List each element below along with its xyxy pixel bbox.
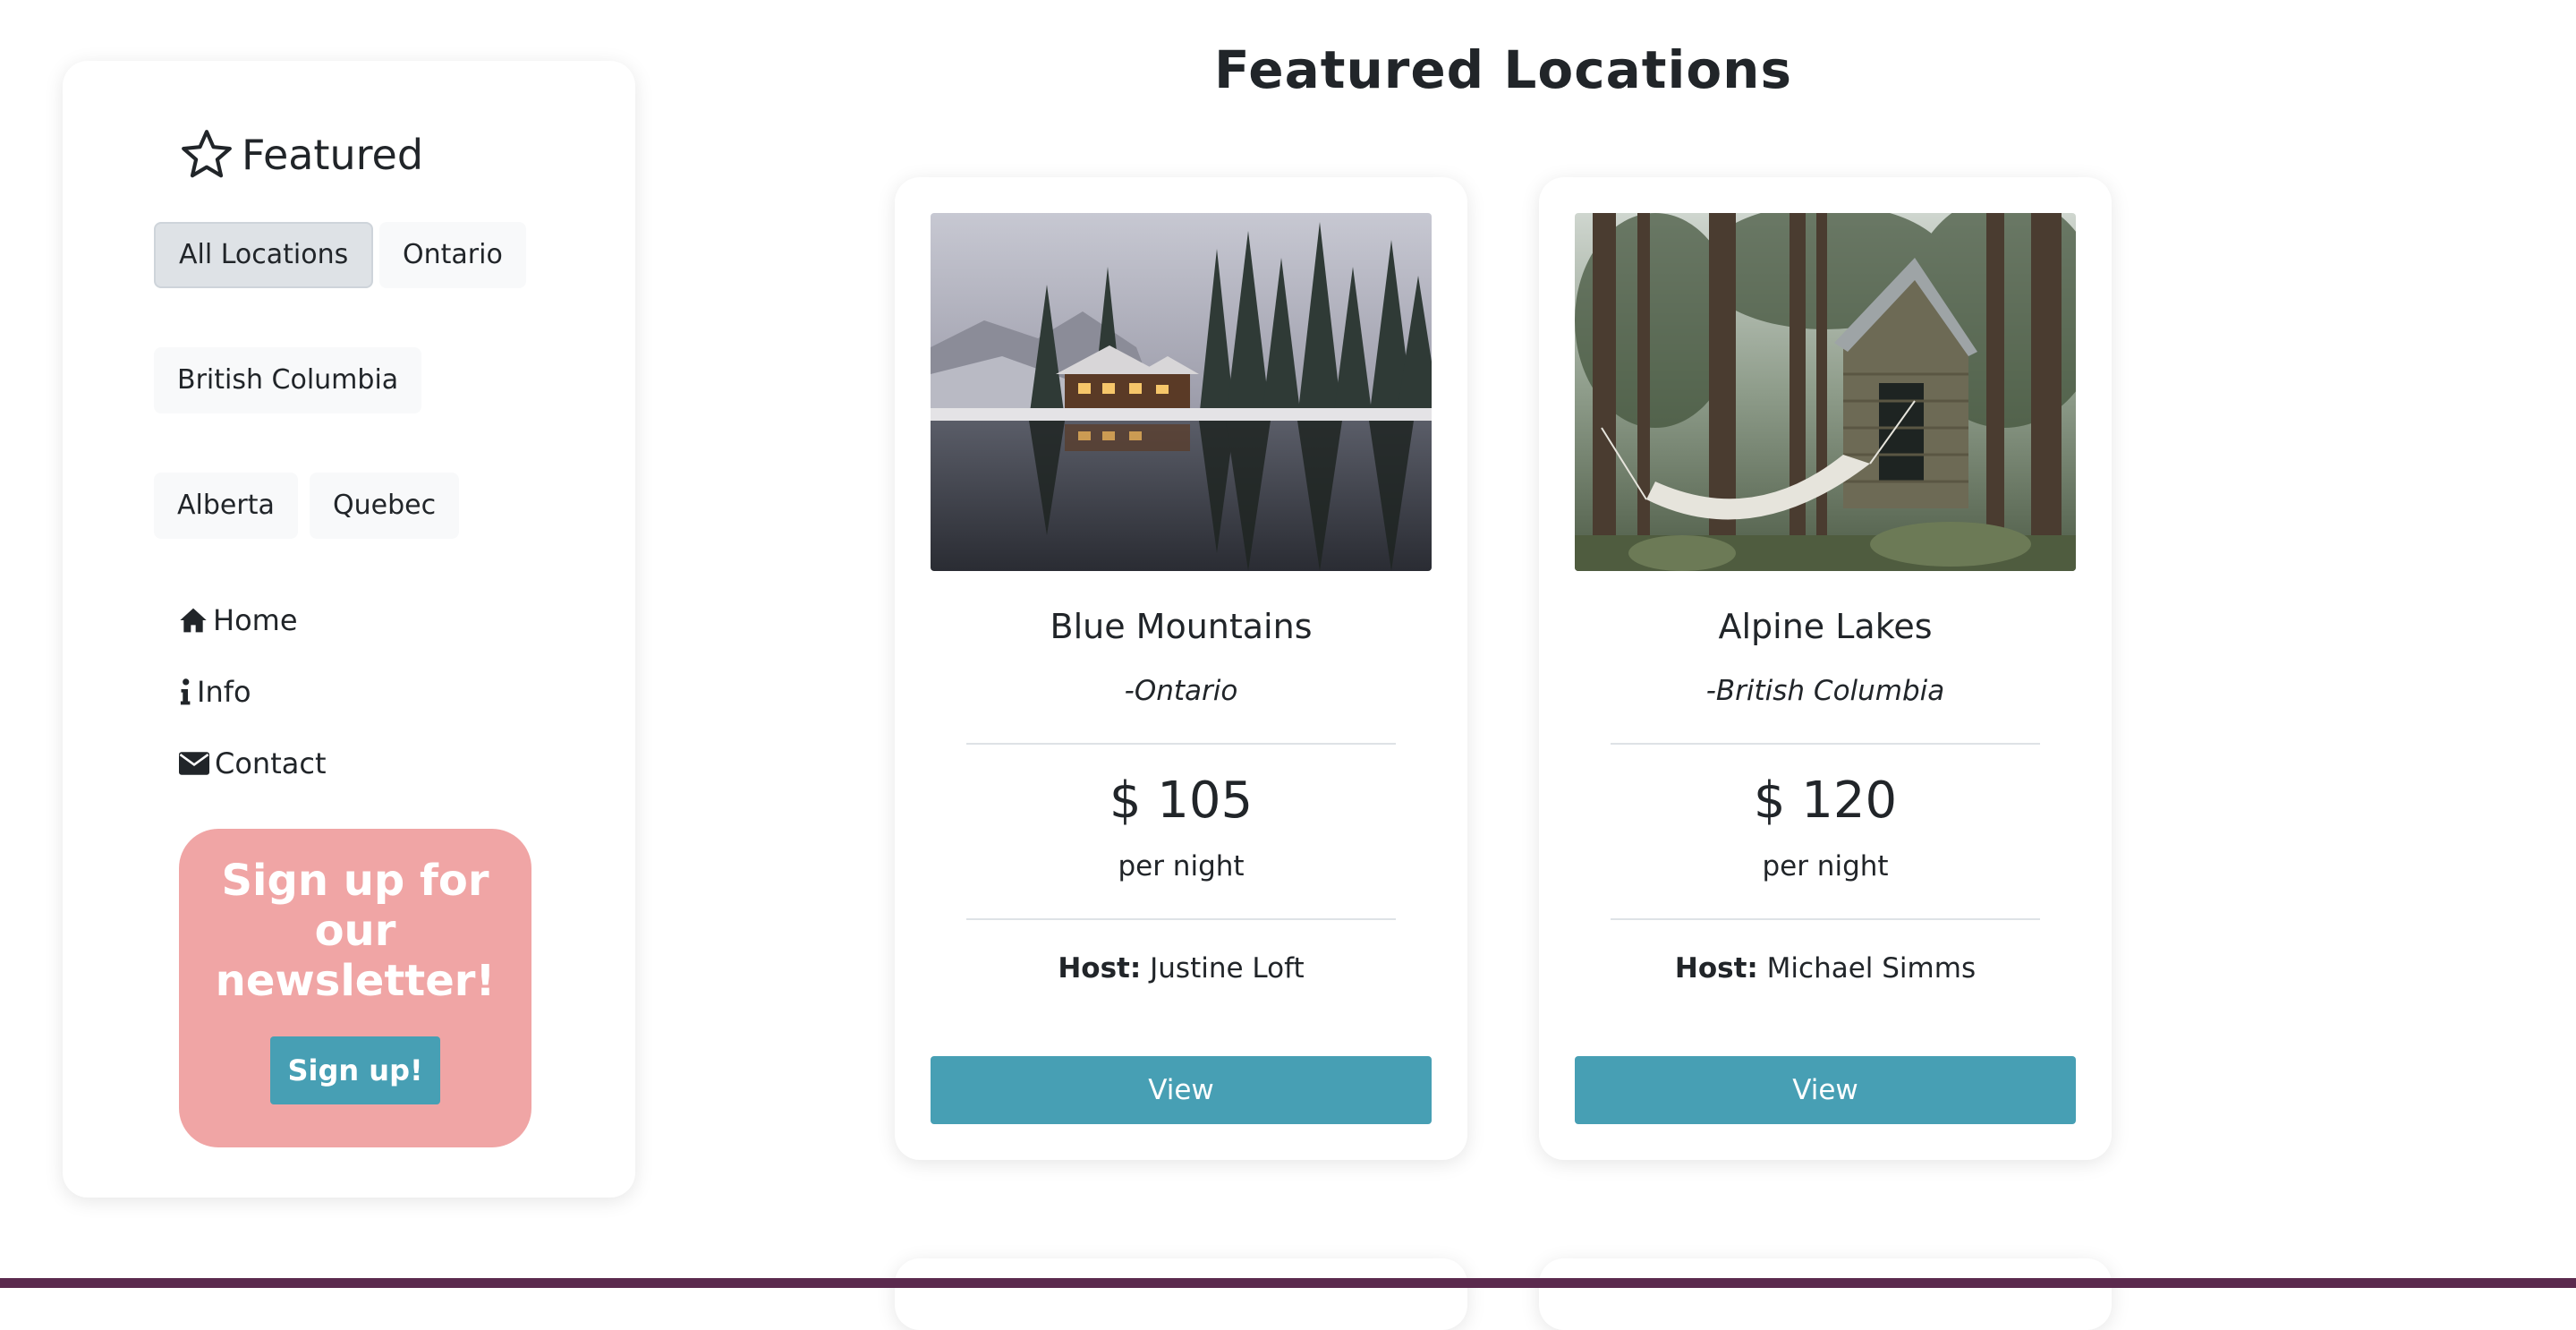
filter-british-columbia[interactable]: British Columbia	[154, 347, 422, 413]
location-region: -British Columbia	[1705, 675, 1945, 707]
host-label: Host:	[1058, 952, 1142, 985]
home-icon	[179, 607, 208, 634]
host-line: Host: Michael Simms	[1539, 952, 2112, 985]
location-price: $ 105	[1109, 772, 1254, 830]
signup-button[interactable]: Sign up!	[270, 1036, 440, 1104]
host-line: Host: Justine Loft	[895, 952, 1467, 985]
filter-quebec[interactable]: Quebec	[310, 473, 460, 539]
price-unit: per night	[1118, 850, 1245, 882]
divider	[966, 743, 1396, 745]
nav-info-label: Info	[197, 675, 251, 709]
location-photo	[1575, 213, 2076, 571]
host-label: Host:	[1674, 952, 1758, 985]
divider	[966, 918, 1396, 920]
view-button[interactable]: View	[1575, 1056, 2076, 1124]
newsletter-box: Sign up for our newsletter! Sign up!	[179, 829, 531, 1147]
star-icon	[179, 127, 234, 183]
location-card: Alpine Lakes -British Columbia $ 120 per…	[1539, 177, 2112, 1160]
location-card: Blue Mountains -Ontario $ 105 per night …	[895, 177, 1467, 1160]
newsletter-title: Sign up for our newsletter!	[215, 856, 496, 1006]
nav-contact-label: Contact	[215, 746, 327, 780]
sidebar-heading-label: Featured	[242, 131, 424, 179]
page-title: Featured Locations	[1213, 39, 1792, 100]
location-photo	[931, 213, 1432, 571]
nav-home[interactable]: Home	[179, 598, 298, 643]
sidebar: Featured All Locations Ontario British C…	[63, 61, 635, 1198]
location-card-partial	[895, 1258, 1467, 1330]
bottom-bar	[0, 1278, 2576, 1288]
host-name: Justine Loft	[1150, 952, 1305, 985]
location-name: Alpine Lakes	[1718, 607, 1933, 646]
filter-ontario[interactable]: Ontario	[379, 222, 526, 288]
divider	[1611, 743, 2040, 745]
filter-alberta[interactable]: Alberta	[154, 473, 298, 539]
envelope-icon	[179, 752, 209, 775]
location-price: $ 120	[1753, 772, 1898, 830]
view-button[interactable]: View	[931, 1056, 1432, 1124]
divider	[1611, 918, 2040, 920]
nav-info[interactable]: Info	[179, 669, 251, 714]
nav-home-label: Home	[213, 603, 298, 637]
filter-all-locations[interactable]: All Locations	[154, 222, 374, 288]
nav-contact[interactable]: Contact	[179, 741, 327, 786]
location-region: -Ontario	[1124, 675, 1238, 707]
host-name: Michael Simms	[1766, 952, 1977, 985]
location-name: Blue Mountains	[1050, 607, 1313, 646]
price-unit: per night	[1762, 850, 1889, 882]
info-icon	[179, 678, 191, 705]
location-card-partial	[1539, 1258, 2112, 1330]
sidebar-heading: Featured	[179, 125, 423, 184]
